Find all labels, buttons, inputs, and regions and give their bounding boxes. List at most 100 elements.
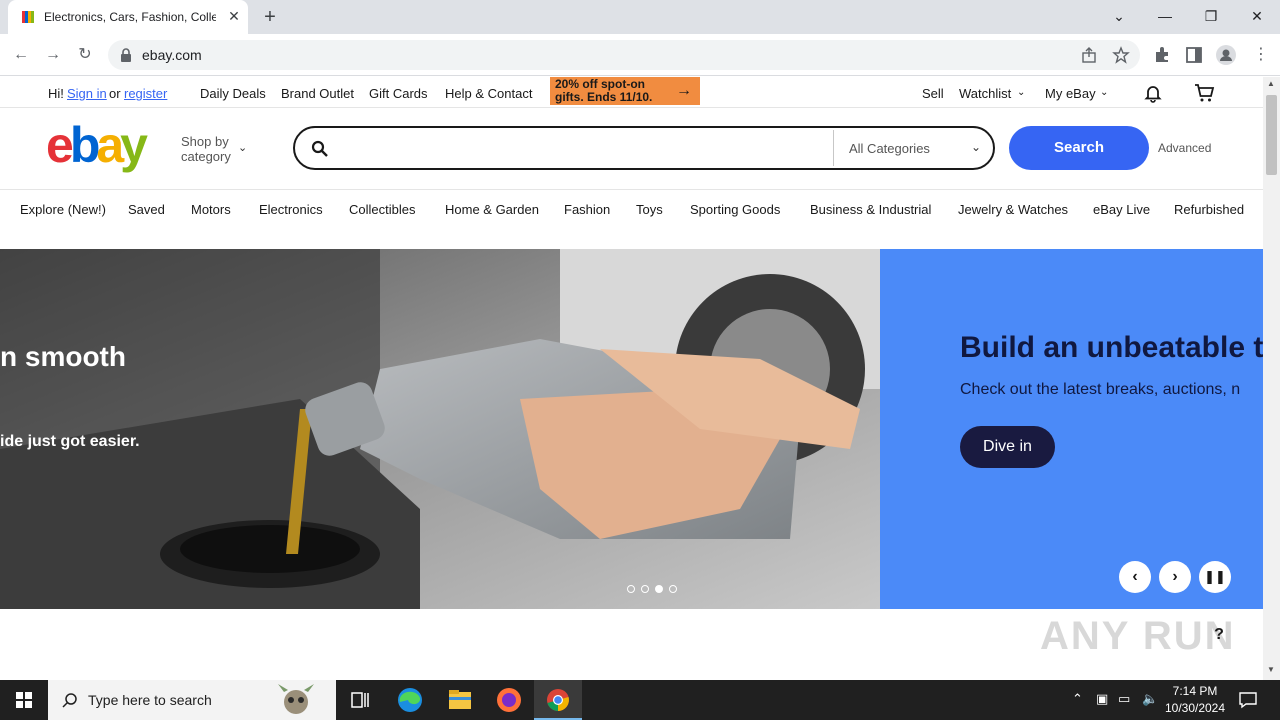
sell-link[interactable]: Sell xyxy=(922,86,944,101)
nav-business-industrial[interactable]: Business & Industrial xyxy=(810,202,931,217)
carousel-dot-4[interactable] xyxy=(669,585,677,593)
chrome-taskbar-button[interactable] xyxy=(534,680,582,720)
profile-avatar-icon[interactable] xyxy=(1216,45,1236,65)
side-panel-icon[interactable] xyxy=(1184,45,1204,65)
cart-icon[interactable] xyxy=(1194,83,1216,103)
carousel-pause-icon[interactable]: ❚❚ xyxy=(1199,561,1231,593)
hero-image[interactable]: n smooth ide just got easier. xyxy=(0,249,880,609)
advanced-search-link[interactable]: Advanced xyxy=(1158,141,1211,155)
edge-browser-icon[interactable] xyxy=(390,684,430,716)
category-nav: Explore (New!) Saved Motors Electronics … xyxy=(0,191,1263,229)
carousel-dot-1[interactable] xyxy=(627,585,635,593)
firefox-icon[interactable] xyxy=(489,684,529,716)
nav-ebay-live[interactable]: eBay Live xyxy=(1093,202,1150,217)
help-question-icon[interactable]: ? xyxy=(1206,622,1232,648)
shop-by-category-button[interactable]: Shop by category xyxy=(181,134,231,164)
taskbar-search-placeholder: Type here to search xyxy=(88,692,212,708)
page-scrollbar[interactable]: ▲ ▼ xyxy=(1263,77,1280,680)
search-button[interactable]: Search xyxy=(1009,126,1149,170)
browser-tab[interactable]: Electronics, Cars, Fashion, Collectibles… xyxy=(8,0,248,34)
search-highlight-icon xyxy=(278,684,314,714)
nav-home-garden[interactable]: Home & Garden xyxy=(445,202,539,217)
help-contact-link[interactable]: Help & Contact xyxy=(445,86,532,101)
category-select[interactable]: All Categories xyxy=(849,141,930,156)
logo-letter-a: a xyxy=(96,117,124,173)
nav-fashion[interactable]: Fashion xyxy=(564,202,610,217)
ebay-favicon-icon xyxy=(22,11,34,23)
search-input[interactable]: All Categories ⌄ xyxy=(293,126,995,170)
extensions-icon[interactable] xyxy=(1152,45,1172,65)
nav-refurbished[interactable]: Refurbished xyxy=(1174,202,1244,217)
minimize-icon[interactable]: — xyxy=(1150,4,1180,28)
nav-toys[interactable]: Toys xyxy=(636,202,663,217)
tab-title: Electronics, Cars, Fashion, Collectibles… xyxy=(44,10,216,24)
hero-subtext: Check out the latest breaks, auctions, n xyxy=(960,381,1241,398)
dive-in-button[interactable]: Dive in xyxy=(960,426,1055,468)
brand-outlet-link[interactable]: Brand Outlet xyxy=(281,86,354,101)
logo-letter-b: b xyxy=(69,117,100,173)
file-explorer-icon[interactable] xyxy=(440,684,480,716)
menu-kebab-icon[interactable]: ⋮ xyxy=(1250,44,1272,66)
new-tab-button[interactable]: + xyxy=(258,6,282,28)
taskbar-search-input[interactable]: Type here to search xyxy=(48,680,336,720)
register-link[interactable]: register xyxy=(124,86,167,101)
hero-promo-panel: Build an unbeatable t Check out the late… xyxy=(880,249,1263,609)
sign-in-link[interactable]: Sign in xyxy=(67,86,107,101)
tray-chevron-up-icon[interactable]: ⌃ xyxy=(1072,691,1083,707)
notification-bell-icon[interactable] xyxy=(1143,83,1163,103)
volume-icon[interactable]: 🔈 xyxy=(1142,691,1158,707)
address-bar[interactable]: ebay.com xyxy=(108,40,1140,70)
nav-collectibles[interactable]: Collectibles xyxy=(349,202,415,217)
tab-search-icon[interactable]: ⌄ xyxy=(1104,4,1134,28)
gift-cards-link[interactable]: Gift Cards xyxy=(369,86,428,101)
search-divider xyxy=(833,130,834,166)
forward-icon[interactable]: → xyxy=(42,44,64,66)
scrollbar-thumb[interactable] xyxy=(1266,95,1277,175)
nav-jewelry-watches[interactable]: Jewelry & Watches xyxy=(958,202,1068,217)
tab-close-icon[interactable]: ✕ xyxy=(226,8,242,24)
greeting-text: Hi! xyxy=(48,86,64,101)
ebay-logo[interactable]: ebay xyxy=(46,117,148,173)
windows-start-icon[interactable] xyxy=(0,680,48,720)
back-icon[interactable]: ← xyxy=(10,44,32,66)
reload-icon[interactable]: ↻ xyxy=(74,44,96,66)
task-view-icon[interactable] xyxy=(340,684,380,716)
watchlist-link[interactable]: Watchlist xyxy=(959,86,1011,101)
hero-carousel: n smooth ide just got easier. Build an u… xyxy=(0,249,1263,609)
carousel-dot-3-active[interactable] xyxy=(655,585,663,593)
promo-banner[interactable]: 20% off spot-on gifts. Ends 11/10. → xyxy=(550,77,700,105)
scroll-up-icon[interactable]: ▲ xyxy=(1267,79,1275,88)
scroll-down-icon[interactable]: ▼ xyxy=(1267,665,1275,674)
search-icon xyxy=(311,140,328,157)
windows-taskbar: Type here to search ⌃ ▣ ▭ 🔈 7:14 PM 10/3… xyxy=(0,680,1280,720)
carousel-prev-icon[interactable]: ‹ xyxy=(1119,561,1151,593)
logo-letter-y: y xyxy=(120,117,148,173)
nav-motors[interactable]: Motors xyxy=(191,202,231,217)
chevron-down-icon: ⌄ xyxy=(1017,87,1026,98)
logo-letter-e: e xyxy=(46,117,74,173)
nav-electronics[interactable]: Electronics xyxy=(259,202,323,217)
window-close-icon[interactable]: ✕ xyxy=(1242,4,1272,28)
tray-device-icon[interactable]: ▣ xyxy=(1096,691,1108,707)
system-clock[interactable]: 7:14 PM 10/30/2024 xyxy=(1162,683,1228,717)
promo-text: 20% off spot-on gifts. Ends 11/10. xyxy=(555,77,653,104)
chevron-down-icon: ⌄ xyxy=(238,142,248,154)
chevron-down-icon: ⌄ xyxy=(971,140,982,154)
or-text: or xyxy=(109,86,121,101)
my-ebay-link[interactable]: My eBay xyxy=(1045,86,1096,101)
chrome-icon xyxy=(547,689,569,711)
nav-saved[interactable]: Saved xyxy=(128,202,165,217)
daily-deals-link[interactable]: Daily Deals xyxy=(200,86,266,101)
category-label: category xyxy=(181,149,231,164)
nav-explore[interactable]: Explore (New!) xyxy=(20,202,106,217)
carousel-dot-2[interactable] xyxy=(641,585,649,593)
notifications-icon[interactable] xyxy=(1238,690,1258,710)
restore-icon[interactable]: ❐ xyxy=(1196,4,1226,28)
clock-date: 10/30/2024 xyxy=(1164,701,1226,715)
nav-sporting-goods[interactable]: Sporting Goods xyxy=(690,202,780,217)
share-icon[interactable] xyxy=(1080,46,1098,64)
browser-tab-bar: Electronics, Cars, Fashion, Collectibles… xyxy=(0,0,1280,34)
carousel-next-icon[interactable]: › xyxy=(1159,561,1191,593)
network-icon[interactable]: ▭ xyxy=(1118,691,1130,707)
bookmark-star-icon[interactable] xyxy=(1112,46,1130,64)
